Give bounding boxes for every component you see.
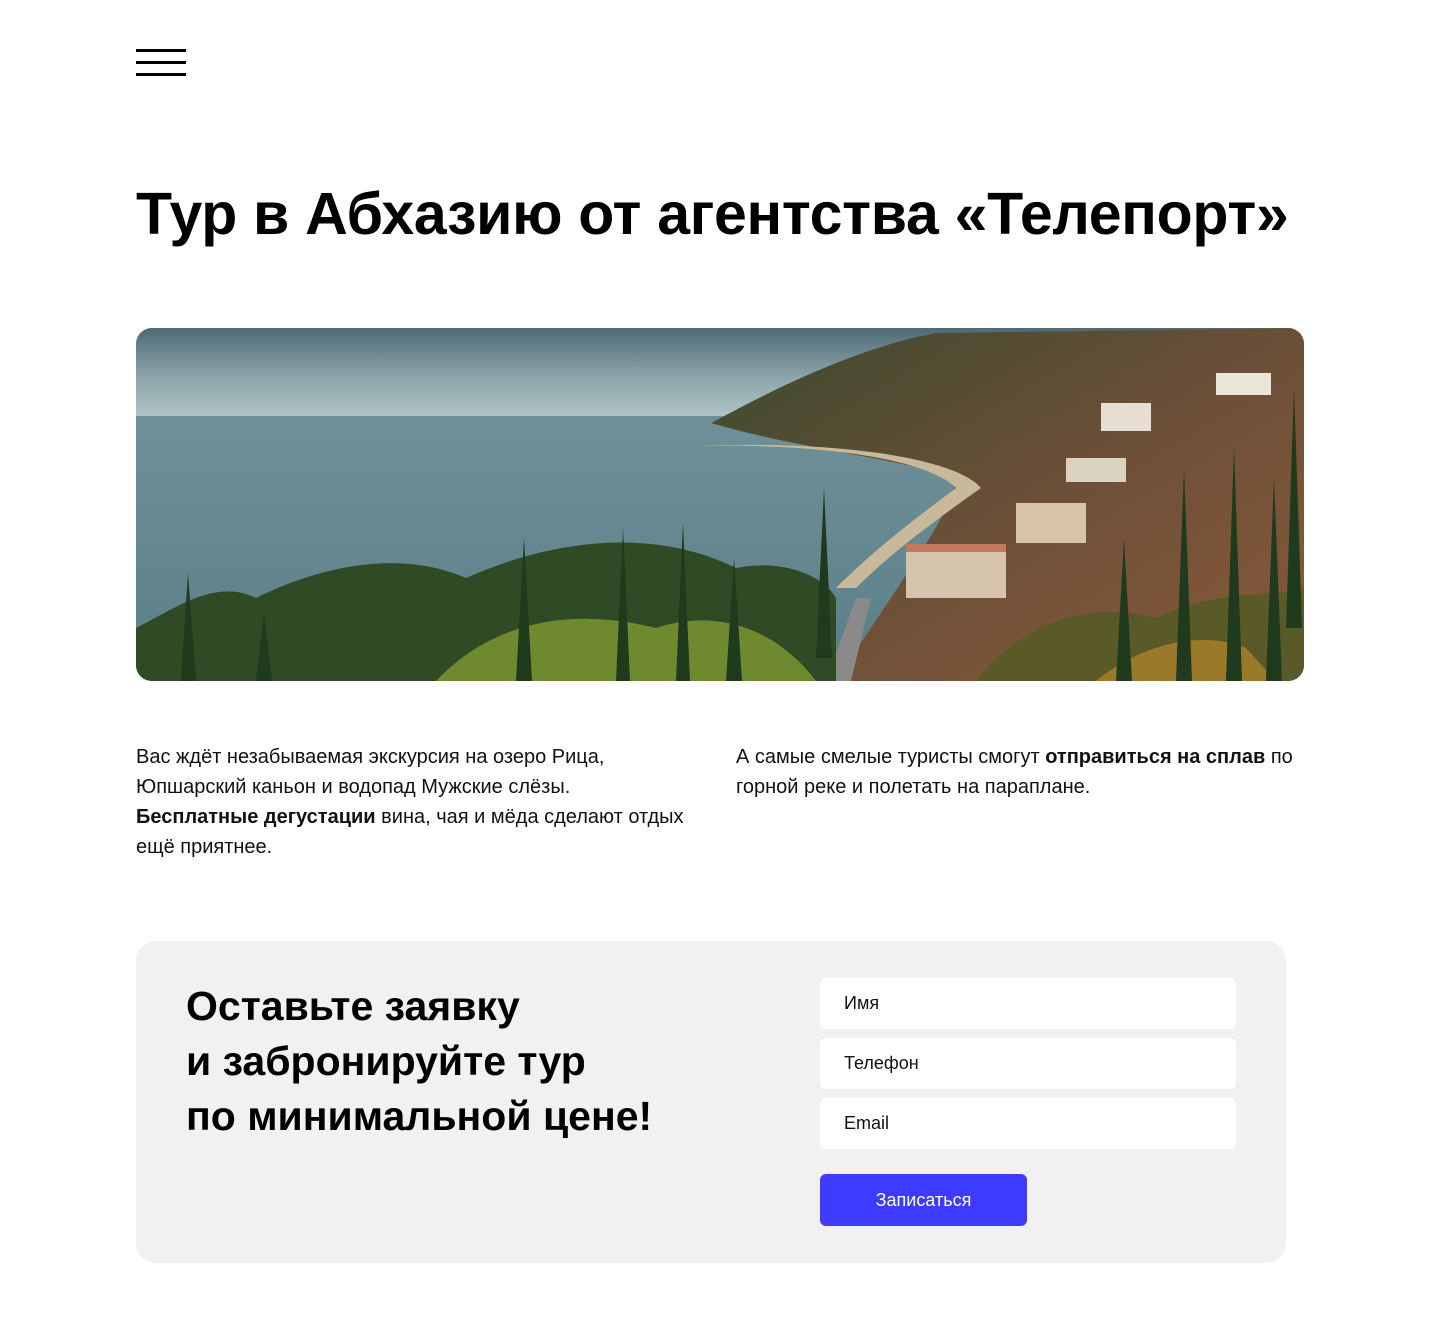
booking-title: Оставьте заявку и забронируйте тур по ми…: [186, 979, 746, 1144]
name-field[interactable]: [820, 978, 1236, 1029]
email-field[interactable]: [820, 1098, 1236, 1149]
hamburger-menu-icon: [136, 49, 186, 52]
intro-left-text: Вас ждёт незабываемая экскурсия на озеро…: [136, 746, 605, 798]
booking-title-line: по минимальной цене!: [186, 1093, 653, 1139]
hamburger-menu-icon-bar: [136, 61, 186, 64]
intro-right-highlight: отправиться на сплав: [1045, 746, 1266, 768]
intro-right-text: А самые смелые туристы смогут: [736, 746, 1046, 768]
page-title: Тур в Абхазию от агентства «Телепорт»: [136, 181, 1289, 247]
hamburger-menu-icon-bar: [136, 73, 186, 76]
booking-form-panel: Оставьте заявку и забронируйте тур по ми…: [136, 941, 1286, 1263]
coastal-landscape-photo: [136, 328, 1304, 681]
intro-left-highlight: Бесплатные дегустации: [136, 806, 376, 828]
intro-text-left: Вас ждёт незабываемая экскурсия на озеро…: [136, 742, 696, 862]
menu-button[interactable]: [136, 47, 186, 79]
phone-field[interactable]: [820, 1038, 1236, 1089]
booking-title-line: Оставьте заявку: [186, 983, 520, 1029]
hero-image: [136, 328, 1304, 681]
booking-title-line: и забронируйте тур: [186, 1038, 586, 1084]
submit-button[interactable]: Записаться: [820, 1174, 1027, 1226]
intro-text-right: А самые смелые туристы смогут отправитьс…: [736, 742, 1296, 802]
